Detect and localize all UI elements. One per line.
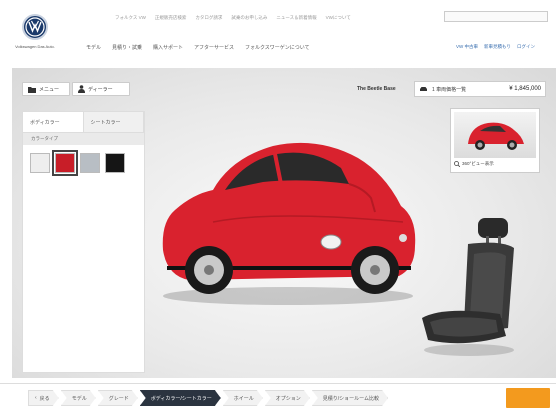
header-right-links: VW 中古車 新車見積もり ログイン	[456, 44, 535, 50]
swatch-red[interactable]	[52, 150, 78, 176]
back-label: 戻る	[39, 395, 50, 402]
thumb-label-text: 360°ビュー表示	[462, 161, 494, 166]
nav-item[interactable]: 購入サポート	[153, 44, 183, 51]
beetle-car-image	[162, 142, 416, 305]
dealer-button[interactable]: ディーラー	[72, 82, 130, 96]
menu-button-label: メニュー	[39, 86, 60, 93]
model-name: The Beetle Base	[357, 86, 396, 92]
seat-image	[422, 218, 514, 356]
tab-seat-color[interactable]: シートカラー	[83, 112, 144, 132]
util-link[interactable]: フォルクス VW	[115, 15, 146, 21]
util-link[interactable]: VWについて	[326, 15, 351, 21]
header-link[interactable]: VW 中古車	[456, 44, 478, 50]
step-grade[interactable]: グレード	[98, 390, 138, 406]
step-navigation: ‹ 戻る モデル グレード ボディカラー/シートカラー ホイール オプション 見…	[0, 383, 556, 411]
nav-item[interactable]: フォルクスワーゲンについて	[245, 44, 310, 51]
step-color[interactable]: ボディカラー/シートカラー	[140, 390, 221, 406]
search-input[interactable]	[444, 11, 548, 22]
car-icon	[420, 87, 427, 91]
menu-button[interactable]: メニュー	[22, 82, 70, 96]
brand-label: Volkswagen Das Auto.	[15, 44, 55, 49]
util-link[interactable]: 正規販売店検索	[155, 15, 187, 21]
back-button[interactable]: ‹ 戻る	[28, 390, 59, 406]
swatch-black[interactable]	[105, 153, 125, 173]
swatch-silver[interactable]	[80, 153, 100, 173]
util-link[interactable]: ニュース＆新着情報	[276, 15, 316, 21]
folder-icon	[28, 86, 36, 93]
person-icon	[78, 85, 85, 93]
nav-item[interactable]: モデル	[86, 44, 101, 51]
next-button[interactable]	[506, 388, 550, 408]
thumbnail-image	[454, 112, 536, 158]
tab-body-color[interactable]: ボディカラー	[23, 112, 84, 132]
color-swatches	[23, 145, 144, 176]
step-list: ‹ 戻る モデル グレード ボディカラー/シートカラー ホイール オプション 見…	[28, 390, 390, 406]
nav-item[interactable]: アフターサービス	[194, 44, 234, 51]
util-link[interactable]: カタログ請求	[195, 15, 222, 21]
panel-tabs: ボディカラー シートカラー	[23, 112, 144, 133]
step-quote[interactable]: 見積り/ショールーム比較	[312, 390, 388, 406]
util-link[interactable]: 試乗のお申し込み	[231, 15, 267, 21]
header-link[interactable]: ログイン	[517, 44, 535, 50]
site-header: Volkswagen Das Auto. フォルクス VW 正規販売店検索 カタ…	[0, 0, 556, 66]
step-wheel[interactable]: ホイール	[223, 390, 263, 406]
color-type-label: カラータイプ	[23, 133, 144, 145]
price-box[interactable]: 1 車両価格一覧 ¥ 1,845,000	[414, 81, 546, 97]
step-model[interactable]: モデル	[61, 390, 96, 406]
swatch-white[interactable]	[30, 153, 50, 173]
zoom-icon	[454, 161, 460, 167]
header-link[interactable]: 新車見積もり	[484, 44, 511, 50]
price-prefix: 1 車両価格一覧	[432, 86, 467, 93]
thumbnail-caption: 360°ビュー表示	[454, 161, 536, 167]
vw-logo-icon[interactable]	[22, 14, 48, 40]
step-option[interactable]: オプション	[265, 390, 310, 406]
nav-item[interactable]: 見積り・試乗	[112, 44, 142, 51]
utility-links: フォルクス VW 正規販売店検索 カタログ請求 試乗のお申し込み ニュース＆新着…	[115, 15, 351, 21]
price-value: ¥ 1,845,000	[509, 86, 541, 92]
view-360-thumbnail[interactable]: 360°ビュー表示	[450, 108, 540, 173]
color-panel: ボディカラー シートカラー カラータイプ	[22, 111, 145, 373]
dealer-button-label: ディーラー	[88, 86, 113, 93]
main-nav: モデル 見積り・試乗 購入サポート アフターサービス フォルクスワーゲンについて	[86, 44, 310, 51]
